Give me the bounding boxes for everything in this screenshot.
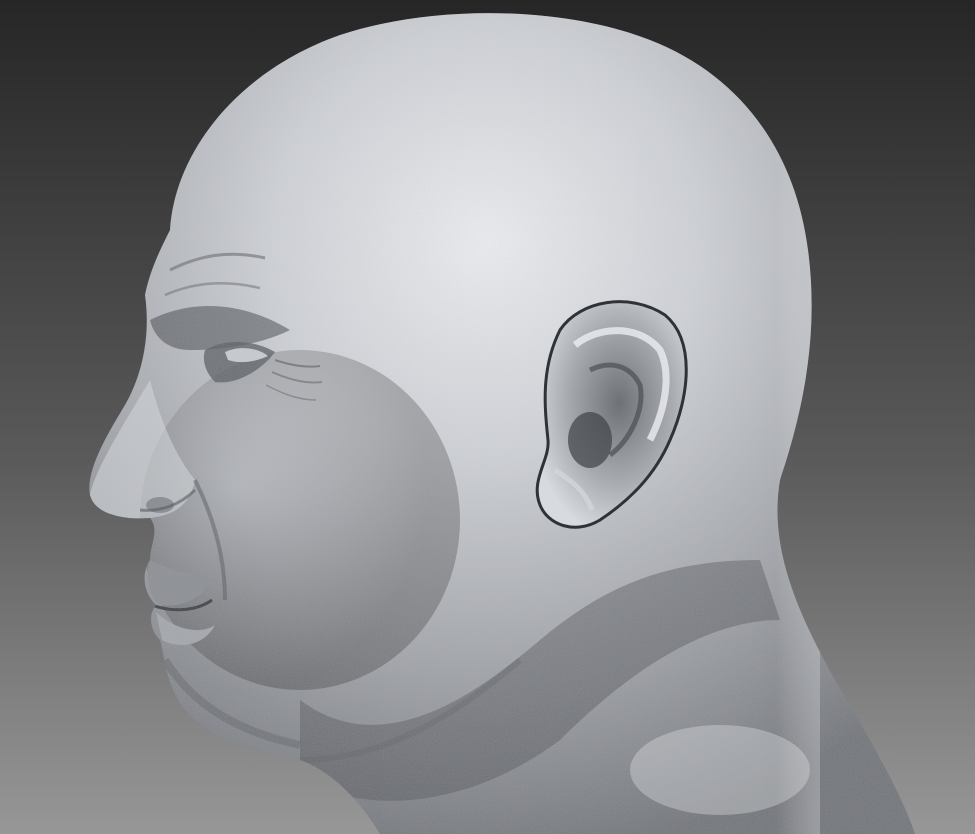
sculpt-viewport[interactable] [0, 0, 975, 834]
head-sculpt-render [0, 0, 975, 834]
